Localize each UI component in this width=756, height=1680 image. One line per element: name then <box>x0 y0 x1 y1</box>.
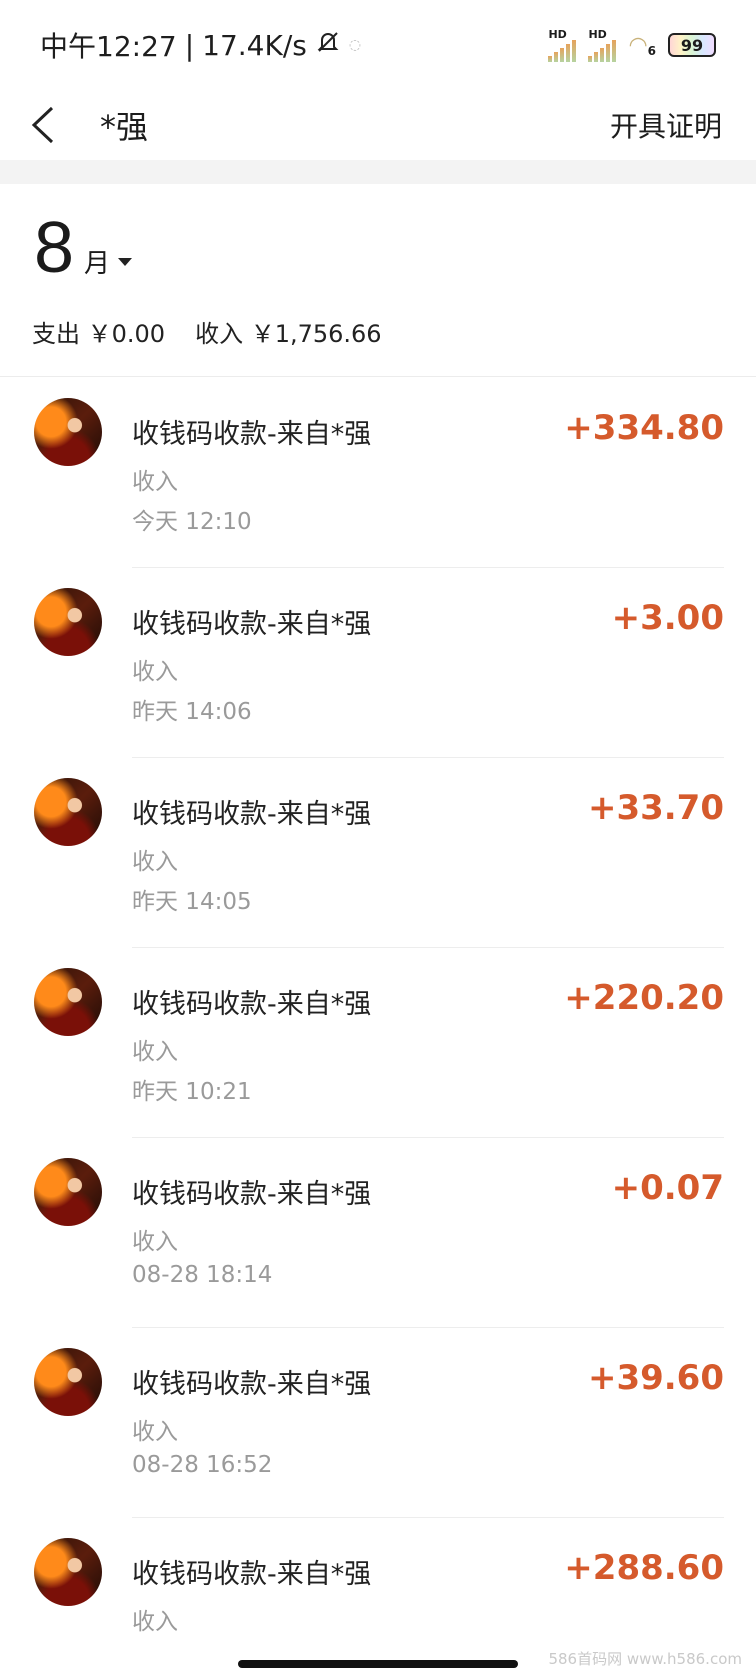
transaction-amount: +0.07 <box>611 1168 724 1208</box>
status-left: 中午12:27 | 17.4K/s ◌ <box>40 25 361 65</box>
transaction-time: 08-28 18:14 <box>132 1262 273 1288</box>
transaction-amount: +33.70 <box>587 788 724 828</box>
transaction-row[interactable]: 收钱码收款-来自*强 收入 08-28 18:14 +0.07 <box>0 1138 756 1328</box>
status-time: 中午12:27 <box>40 30 177 63</box>
battery-icon: 99 <box>668 33 716 57</box>
avatar <box>34 778 102 846</box>
caret-down-icon <box>118 257 133 266</box>
screen: 中午12:27 | 17.4K/s ◌ HD HD ◠ 6 99 *强 开具证明… <box>0 0 756 1680</box>
transaction-amount: +3.00 <box>611 598 724 638</box>
transaction-amount: +39.60 <box>587 1358 724 1398</box>
transaction-title: 收钱码收款-来自*强 <box>132 799 372 830</box>
transaction-time: 昨天 14:06 <box>132 699 252 725</box>
avatar <box>34 968 102 1036</box>
transaction-time: 昨天 10:21 <box>132 1079 252 1105</box>
month-unit: 月 <box>84 243 133 280</box>
page-title: *强 <box>100 108 149 146</box>
status-bar: 中午12:27 | 17.4K/s ◌ HD HD ◠ 6 99 <box>0 0 756 90</box>
header-left: *强 <box>30 102 148 148</box>
home-indicator[interactable] <box>238 1660 518 1668</box>
avatar <box>34 588 102 656</box>
month-summary: 支出 ￥0.00 收入 ￥1,756.66 <box>32 314 382 349</box>
avatar <box>34 1158 102 1226</box>
transaction-row[interactable]: 收钱码收款-来自*强 收入 昨天 14:05 +33.70 <box>0 758 756 948</box>
section-divider <box>0 160 756 184</box>
signal-2-icon: HD <box>588 29 617 62</box>
transaction-time: 昨天 14:05 <box>132 889 252 915</box>
transaction-type: 收入 <box>132 659 178 685</box>
back-arrow-icon[interactable] <box>30 105 70 145</box>
transaction-amount: +334.80 <box>564 408 724 448</box>
transaction-row[interactable]: 收钱码收款-来自*强 收入 08-28 16:52 +39.60 <box>0 1328 756 1518</box>
status-right: HD HD ◠ 6 99 <box>548 29 716 62</box>
transaction-type: 收入 <box>132 1039 178 1065</box>
transaction-row[interactable]: 收钱码收款-来自*强 收入 今天 12:10 +334.80 <box>0 378 756 568</box>
month-selector[interactable]: 8 月 <box>34 208 133 288</box>
watermark: 586首码网 www.h586.com <box>548 1650 742 1668</box>
avatar <box>34 1348 102 1416</box>
month-number: 8 <box>34 208 75 288</box>
transaction-title: 收钱码收款-来自*强 <box>132 1179 372 1210</box>
transaction-list: 收钱码收款-来自*强 收入 今天 12:10 +334.80 收钱码收款-来自*… <box>0 378 756 1680</box>
bell-muted-icon <box>315 29 341 62</box>
transaction-amount: +288.60 <box>564 1548 724 1588</box>
notification-dot-icon: ◌ <box>348 37 362 53</box>
transaction-title: 收钱码收款-来自*强 <box>132 1559 372 1590</box>
transaction-title: 收钱码收款-来自*强 <box>132 989 372 1020</box>
expense-total: 支出 ￥0.00 <box>32 320 166 348</box>
avatar <box>34 398 102 466</box>
transaction-time: 08-28 16:52 <box>132 1452 273 1478</box>
status-separator: | <box>184 28 195 62</box>
transaction-title: 收钱码收款-来自*强 <box>132 609 372 640</box>
transaction-row[interactable]: 收钱码收款-来自*强 收入 昨天 10:21 +220.20 <box>0 948 756 1138</box>
transaction-amount: +220.20 <box>564 978 724 1018</box>
transaction-title: 收钱码收款-来自*强 <box>132 1369 372 1400</box>
wifi-icon: ◠ 6 <box>628 32 656 58</box>
transaction-type: 收入 <box>132 469 178 495</box>
summary-divider <box>0 376 756 377</box>
signal-1-icon: HD <box>548 29 577 62</box>
issue-certificate-button[interactable]: 开具证明 <box>610 105 722 145</box>
transaction-type: 收入 <box>132 1419 178 1445</box>
transaction-row[interactable]: 收钱码收款-来自*强 收入 昨天 14:06 +3.00 <box>0 568 756 758</box>
transaction-time: 今天 12:10 <box>132 509 252 535</box>
transaction-type: 收入 <box>132 849 178 875</box>
top-nav: *强 开具证明 <box>0 90 756 160</box>
network-speed: 17.4K/s <box>202 28 307 62</box>
income-total: 收入 ￥1,756.66 <box>195 320 382 348</box>
transaction-type: 收入 <box>132 1609 178 1635</box>
transaction-title: 收钱码收款-来自*强 <box>132 419 372 450</box>
transaction-type: 收入 <box>132 1229 178 1255</box>
avatar <box>34 1538 102 1606</box>
